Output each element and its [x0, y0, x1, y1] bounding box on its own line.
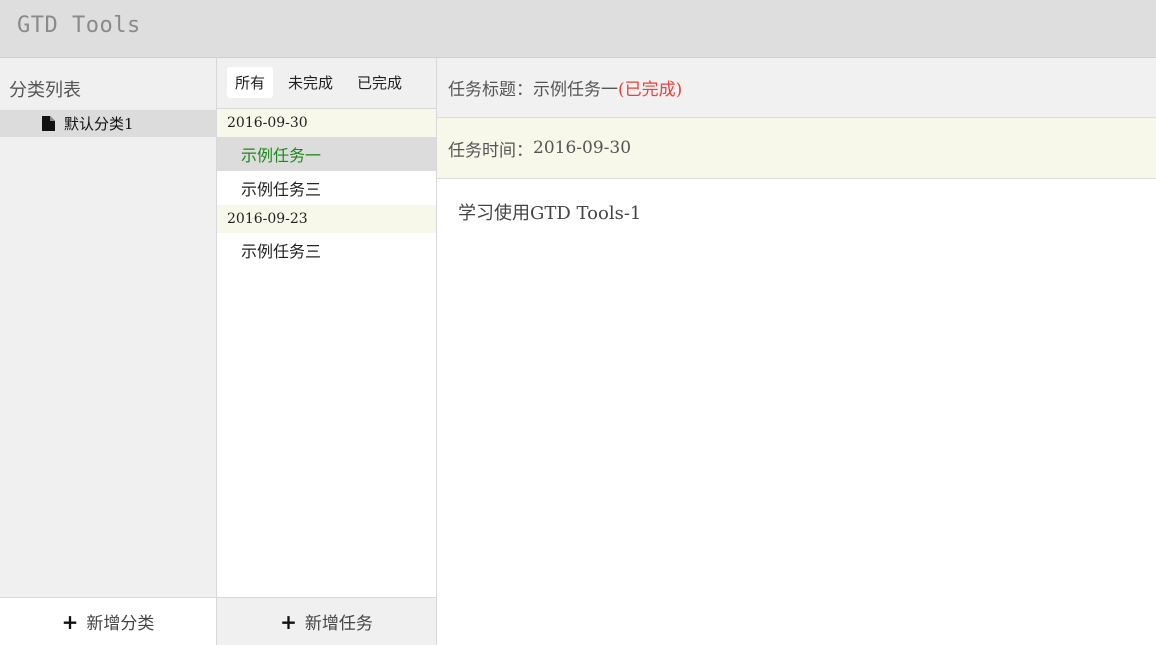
add-category-button[interactable]: + 新增分类: [0, 597, 216, 645]
add-category-label: 新增分类: [86, 614, 155, 634]
task-date-header: 2016-09-30: [217, 109, 436, 137]
app-header: GTD Tools: [0, 0, 1156, 58]
tab-completed[interactable]: 已完成: [349, 67, 410, 98]
task-content: 学习使用GTD Tools-1: [458, 203, 642, 224]
tab-all[interactable]: 所有: [227, 67, 274, 98]
category-list-heading: 分类列表: [9, 80, 81, 101]
plus-icon: +: [61, 609, 79, 634]
category-panel: 分类列表 默认分类1 + 新增分类: [0, 58, 217, 645]
file-icon: [42, 116, 55, 131]
task-time-bar: 任务时间： 2016-09-30: [437, 118, 1156, 179]
category-item-label: 默认分类1: [64, 115, 134, 133]
task-title-bar: 任务标题： 示例任务一 (已完成): [437, 58, 1156, 118]
category-item-default[interactable]: 默认分类1: [0, 110, 216, 137]
app-title: GTD Tools: [17, 13, 141, 38]
task-panel: 所有 未完成 已完成 2016-09-30 示例任务一 示例任务三 2016-0…: [217, 58, 437, 645]
task-status-badge: (已完成): [618, 80, 683, 100]
task-item-selected[interactable]: 示例任务一: [217, 137, 436, 171]
task-title-value: 示例任务一: [533, 80, 618, 100]
task-time-value: 2016-09-30: [533, 138, 632, 158]
task-time-label: 任务时间：: [448, 140, 533, 161]
task-item[interactable]: 示例任务三: [217, 233, 436, 267]
plus-icon: +: [280, 609, 297, 634]
add-task-label: 新增任务: [304, 614, 373, 634]
task-filter-tabs: 所有 未完成 已完成: [217, 58, 436, 109]
tab-incomplete[interactable]: 未完成: [280, 67, 341, 98]
add-task-button[interactable]: + 新增任务: [217, 597, 436, 645]
task-title-label: 任务标题：: [448, 80, 533, 100]
task-detail-panel: 任务标题： 示例任务一 (已完成) 任务时间： 2016-09-30 学习使用G…: [437, 58, 1156, 645]
task-item[interactable]: 示例任务三: [217, 171, 436, 205]
task-date-header: 2016-09-23: [217, 205, 436, 233]
